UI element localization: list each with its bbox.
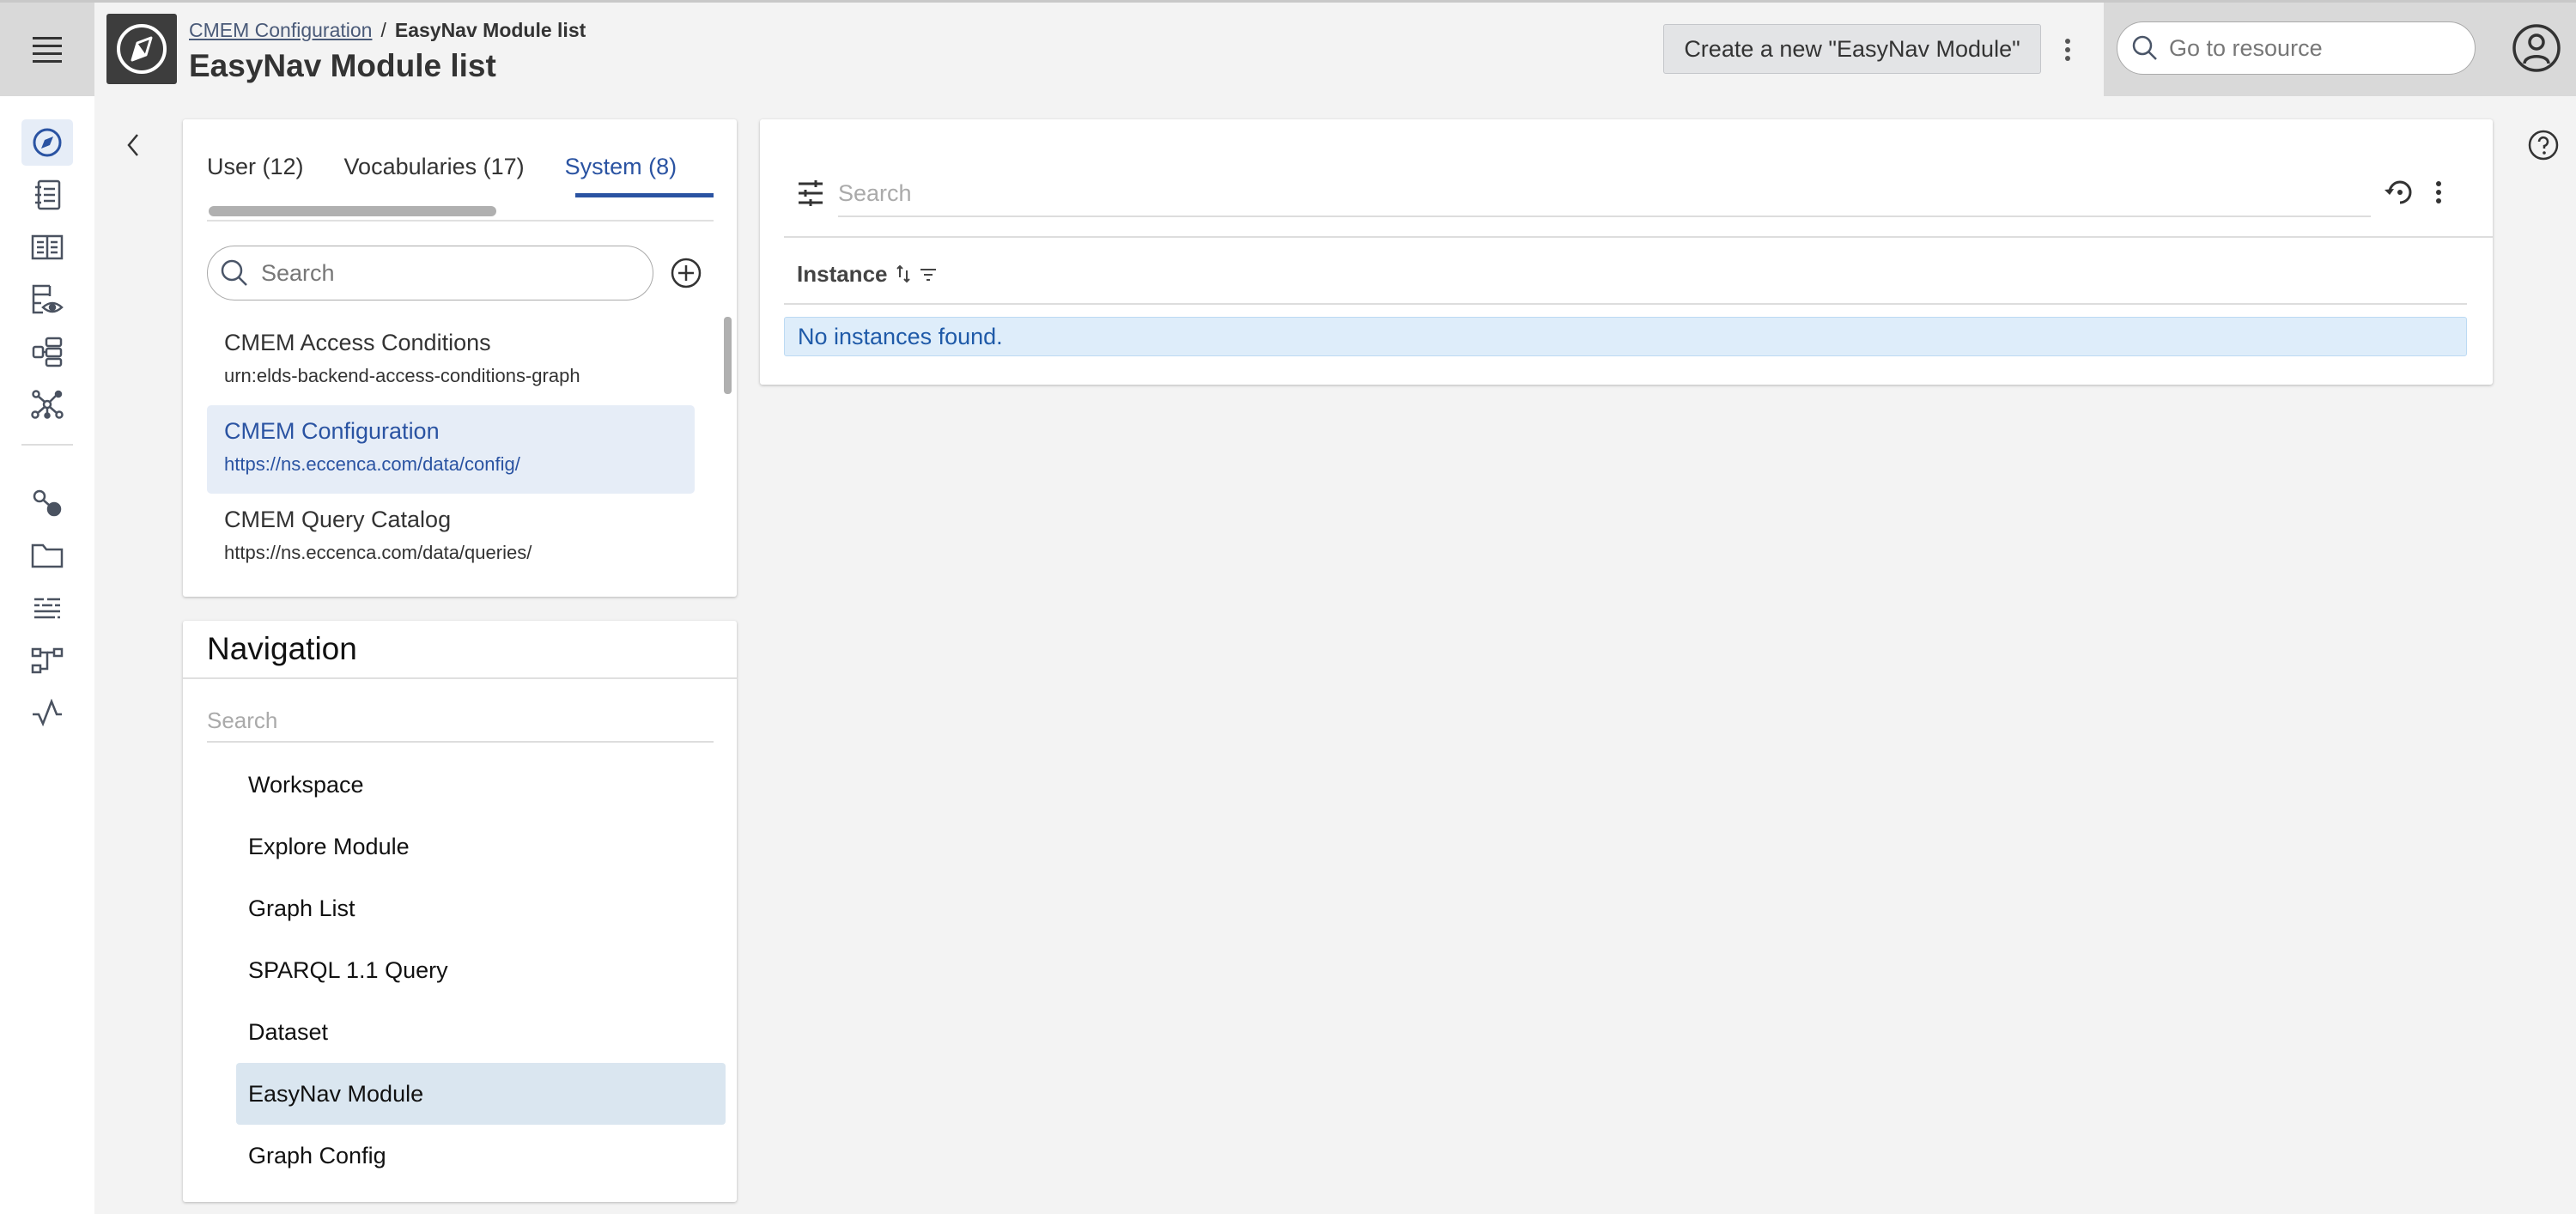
plus-circle-icon <box>671 258 702 288</box>
navigation-title: Navigation <box>207 631 357 666</box>
user-avatar-icon <box>2512 24 2561 72</box>
history-icon <box>2385 180 2412 204</box>
go-to-resource-search[interactable] <box>2117 21 2476 75</box>
active-tab-indicator <box>575 193 714 197</box>
graph-title: CMEM Configuration <box>224 418 440 444</box>
more-vertical-icon <box>2065 39 2070 44</box>
notebook-icon <box>35 179 61 210</box>
link-node-icon <box>33 489 62 517</box>
page-title: EasyNav Module list <box>189 48 496 83</box>
graph-uri: https://ns.eccenca.com/data/config/ <box>224 453 520 475</box>
tabs-scrollbar[interactable] <box>209 206 496 216</box>
book-icon <box>31 234 64 260</box>
rail-item-explore[interactable] <box>21 119 73 166</box>
nav-item-graph-config[interactable]: Graph Config <box>236 1125 726 1187</box>
sliders-icon <box>799 180 823 206</box>
help-button[interactable] <box>2527 129 2560 161</box>
tab-user[interactable]: User (12) <box>207 154 304 194</box>
rail-item-workflows[interactable] <box>21 637 73 683</box>
rail-item-vocabularies[interactable] <box>21 224 73 270</box>
navigation-divider <box>183 677 737 679</box>
graph-list-item[interactable]: CMEM Query Catalog https://ns.eccenca.co… <box>207 494 695 582</box>
left-rail <box>0 96 94 1214</box>
instance-more-menu-button[interactable] <box>2426 174 2451 210</box>
graph-search-field[interactable] <box>207 246 653 300</box>
create-easynav-module-button[interactable]: Create a new "EasyNav Module" <box>1663 24 2041 74</box>
sort-button[interactable] <box>895 264 912 284</box>
rail-item-projects[interactable] <box>21 532 73 579</box>
filter-icon <box>920 269 936 281</box>
chevron-left-icon <box>127 134 138 156</box>
header-more-menu-button[interactable] <box>2055 33 2081 67</box>
navigation-list: Workspace Explore Module Graph List SPAR… <box>236 754 726 1187</box>
rail-item-rules[interactable] <box>21 585 73 631</box>
add-graph-button[interactable] <box>670 257 702 289</box>
breadcrumb-separator: / <box>380 19 386 41</box>
workflow-icon <box>31 647 64 674</box>
column-header-instance: Instance <box>797 248 938 300</box>
navigation-search-input[interactable] <box>207 700 714 743</box>
app-logo <box>106 14 177 84</box>
empty-state-message: No instances found. <box>784 317 2467 356</box>
text-lines-icon <box>34 598 60 619</box>
graph-search-input[interactable] <box>261 259 622 287</box>
rail-divider <box>21 444 73 446</box>
tab-vocabularies[interactable]: Vocabularies (17) <box>344 154 525 194</box>
sort-icon <box>896 264 910 283</box>
help-icon <box>2528 130 2559 161</box>
column-header-label: Instance <box>797 260 888 287</box>
graph-list-item-selected[interactable]: CMEM Configuration https://ns.eccenca.co… <box>207 405 695 494</box>
go-to-resource-input[interactable] <box>2169 34 2444 62</box>
graph-title: CMEM Access Conditions <box>224 330 491 355</box>
filter-settings-button[interactable] <box>797 179 824 207</box>
tab-system[interactable]: System (8) <box>565 154 677 194</box>
column-filter-button[interactable] <box>919 265 938 282</box>
graph-list-item[interactable]: CMEM Access Conditions urn:elds-backend-… <box>207 317 695 405</box>
hamburger-icon <box>33 34 62 65</box>
graph-selection-panel: User (12) Vocabularies (17) System (8) C… <box>183 119 737 597</box>
search-icon <box>2132 35 2157 60</box>
breadcrumb: CMEM Configuration / EasyNav Module list <box>189 19 586 42</box>
toolbar-divider <box>784 236 2493 238</box>
breadcrumb-link-cmem-configuration[interactable]: CMEM Configuration <box>189 19 372 41</box>
more-vertical-icon <box>2436 181 2441 186</box>
graph-list-scrollbar[interactable] <box>724 317 732 394</box>
user-menu-button[interactable] <box>2512 23 2561 73</box>
graph-tabs: User (12) Vocabularies (17) System (8) <box>207 154 717 194</box>
folder-icon <box>31 543 64 568</box>
compass-icon <box>33 128 62 157</box>
collapse-panel-button[interactable] <box>118 131 148 160</box>
rail-item-taxonomy[interactable] <box>21 329 73 375</box>
breadcrumb-current: EasyNav Module list <box>394 19 586 41</box>
nav-item-sparql-query[interactable]: SPARQL 1.1 Query <box>236 939 726 1001</box>
header-divider <box>784 303 2467 305</box>
instance-list-panel: Instance No instances found. <box>760 119 2493 385</box>
rail-item-queries[interactable] <box>21 172 73 218</box>
graph-title: CMEM Query Catalog <box>224 507 452 532</box>
hierarchy-icon <box>32 337 63 367</box>
activity-icon <box>33 699 62 726</box>
rail-item-datasets[interactable] <box>21 276 73 323</box>
search-icon <box>221 259 247 286</box>
nav-item-easynav-module[interactable]: EasyNav Module <box>236 1063 726 1125</box>
history-button[interactable] <box>2383 175 2417 209</box>
graph-network-icon <box>31 390 64 419</box>
rail-item-graph[interactable] <box>21 381 73 428</box>
rail-item-activities[interactable] <box>21 689 73 736</box>
nav-item-workspace[interactable]: Workspace <box>236 754 726 816</box>
main-menu-button[interactable] <box>0 3 94 96</box>
nav-item-graph-list[interactable]: Graph List <box>236 877 726 939</box>
graph-list: CMEM Access Conditions urn:elds-backend-… <box>207 317 695 582</box>
compass-icon <box>117 24 167 74</box>
nav-item-dataset[interactable]: Dataset <box>236 1001 726 1063</box>
tabs-divider <box>207 220 714 222</box>
rail-item-linking[interactable] <box>21 480 73 526</box>
graph-uri: https://ns.eccenca.com/data/queries/ <box>224 542 532 563</box>
instance-search-input[interactable] <box>838 171 2371 217</box>
graph-uri: urn:elds-backend-access-conditions-graph <box>224 365 580 386</box>
nav-item-explore-module[interactable]: Explore Module <box>236 816 726 877</box>
dataset-view-icon <box>32 284 64 314</box>
navigation-panel: Navigation Workspace Explore Module Grap… <box>183 621 737 1202</box>
